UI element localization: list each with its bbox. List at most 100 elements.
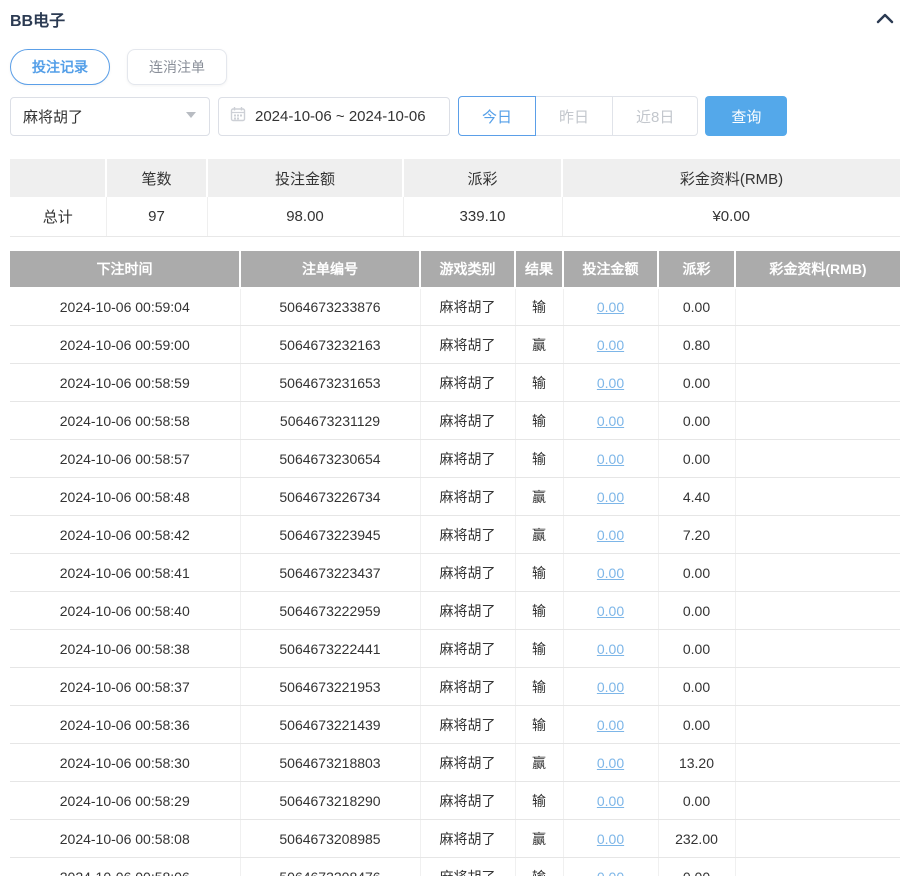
bet-amount-cell: 0.00: [563, 592, 658, 630]
today-button[interactable]: 今日: [458, 96, 536, 136]
bet-time-cell: 2024-10-06 00:58:37: [10, 668, 240, 706]
col-bet-amount: 投注金额: [563, 251, 658, 288]
collapse-panel-button[interactable]: [870, 12, 900, 27]
records-table: 下注时间注单编号游戏类别结果投注金额派彩彩金资料(RMB) 2024-10-06…: [10, 251, 900, 876]
recent-8-days-button[interactable]: 近8日: [612, 96, 698, 136]
bet-amount-link[interactable]: 0.00: [597, 679, 624, 695]
game-type-cell: 麻将胡了: [420, 782, 515, 820]
bet-amount-link[interactable]: 0.00: [597, 565, 624, 581]
result-cell: 输: [515, 592, 563, 630]
bet-amount-link[interactable]: 0.00: [597, 603, 624, 619]
jackpot-cell: [735, 668, 900, 706]
bet-amount-link[interactable]: 0.00: [597, 527, 624, 543]
records-header-row: 下注时间注单编号游戏类别结果投注金额派彩彩金资料(RMB): [10, 251, 900, 288]
summary-total-bet-amount: 98.00: [207, 197, 403, 236]
summary-total-row: 总计 97 98.00 339.10 ¥0.00: [10, 197, 900, 236]
order-number-cell: 5064673208985: [240, 820, 420, 858]
bet-amount-link[interactable]: 0.00: [597, 717, 624, 733]
col-jackpot: 彩金资料(RMB): [735, 251, 900, 288]
bet-amount-cell: 0.00: [563, 364, 658, 402]
result-cell: 赢: [515, 820, 563, 858]
bet-amount-cell: 0.00: [563, 478, 658, 516]
bet-amount-link[interactable]: 0.00: [597, 489, 624, 505]
table-row: 2024-10-06 00:58:415064673223437麻将胡了输0.0…: [10, 554, 900, 592]
bet-time-cell: 2024-10-06 00:59:00: [10, 326, 240, 364]
result-cell: 赢: [515, 744, 563, 782]
game-type-cell: 麻将胡了: [420, 440, 515, 478]
bet-amount-link[interactable]: 0.00: [597, 375, 624, 391]
bet-amount-cell: 0.00: [563, 820, 658, 858]
table-row: 2024-10-06 00:58:085064673208985麻将胡了赢0.0…: [10, 820, 900, 858]
jackpot-cell: [735, 440, 900, 478]
bet-amount-cell: 0.00: [563, 782, 658, 820]
bet-time-cell: 2024-10-06 00:58:08: [10, 820, 240, 858]
panel-header: BB电子: [10, 8, 900, 30]
bet-amount-cell: 0.00: [563, 858, 658, 876]
quick-date-buttons: 今日昨日近8日: [458, 96, 698, 136]
order-number-cell: 5064673218290: [240, 782, 420, 820]
bet-amount-cell: 0.00: [563, 288, 658, 326]
tab-bet-records[interactable]: 投注记录: [10, 49, 110, 85]
tab-cancelled-bets[interactable]: 连消注单: [127, 49, 227, 85]
bet-amount-link[interactable]: 0.00: [597, 337, 624, 353]
table-row: 2024-10-06 00:58:485064673226734麻将胡了赢0.0…: [10, 478, 900, 516]
result-cell: 输: [515, 364, 563, 402]
date-range-input[interactable]: 2024-10-06 ~ 2024-10-06: [218, 97, 450, 136]
result-cell: 输: [515, 668, 563, 706]
query-button[interactable]: 查询: [705, 96, 787, 136]
col-order-number: 注单编号: [240, 251, 420, 288]
yesterday-button[interactable]: 昨日: [535, 96, 613, 136]
bet-time-cell: 2024-10-06 00:58:30: [10, 744, 240, 782]
order-number-cell: 5064673226734: [240, 478, 420, 516]
game-type-cell: 麻将胡了: [420, 478, 515, 516]
order-number-cell: 5064673231653: [240, 364, 420, 402]
game-type-select[interactable]: 麻将胡了: [10, 97, 210, 136]
result-cell: 输: [515, 782, 563, 820]
bet-amount-link[interactable]: 0.00: [597, 413, 624, 429]
bet-amount-cell: 0.00: [563, 516, 658, 554]
game-type-selected-value: 麻将胡了: [23, 106, 83, 127]
payout-cell: 0.00: [658, 440, 735, 478]
payout-cell: 0.00: [658, 402, 735, 440]
bet-amount-link[interactable]: 0.00: [597, 869, 624, 876]
table-row: 2024-10-06 00:58:365064673221439麻将胡了输0.0…: [10, 706, 900, 744]
table-row: 2024-10-06 00:58:585064673231129麻将胡了输0.0…: [10, 402, 900, 440]
game-type-cell: 麻将胡了: [420, 516, 515, 554]
bet-time-cell: 2024-10-06 00:58:36: [10, 706, 240, 744]
payout-cell: 0.00: [658, 364, 735, 402]
bet-amount-link[interactable]: 0.00: [597, 641, 624, 657]
game-type-cell: 麻将胡了: [420, 402, 515, 440]
bet-amount-link[interactable]: 0.00: [597, 755, 624, 771]
payout-cell: 0.00: [658, 554, 735, 592]
summary-total-count: 97: [106, 197, 207, 236]
game-type-cell: 麻将胡了: [420, 326, 515, 364]
bet-time-cell: 2024-10-06 00:58:06: [10, 858, 240, 876]
bet-amount-link[interactable]: 0.00: [597, 299, 624, 315]
bet-amount-link[interactable]: 0.00: [597, 793, 624, 809]
game-type-cell: 麻将胡了: [420, 858, 515, 876]
summary-header-empty: [10, 159, 106, 197]
payout-cell: 0.00: [658, 706, 735, 744]
bet-time-cell: 2024-10-06 00:58:38: [10, 630, 240, 668]
payout-cell: 0.00: [658, 858, 735, 876]
jackpot-cell: [735, 858, 900, 876]
jackpot-cell: [735, 478, 900, 516]
order-number-cell: 5064673223945: [240, 516, 420, 554]
bet-amount-link[interactable]: 0.00: [597, 831, 624, 847]
chevron-up-icon: [876, 12, 894, 27]
date-range-value: 2024-10-06 ~ 2024-10-06: [255, 108, 426, 125]
summary-total-jackpot: ¥0.00: [562, 197, 900, 236]
game-type-cell: 麻将胡了: [420, 668, 515, 706]
summary-header-count: 笔数: [106, 159, 207, 197]
game-type-cell: 麻将胡了: [420, 554, 515, 592]
order-number-cell: 5064673208476: [240, 858, 420, 876]
result-cell: 赢: [515, 326, 563, 364]
game-type-cell: 麻将胡了: [420, 744, 515, 782]
filter-row: 麻将胡了 2024-10-06 ~ 2024-10-06: [10, 96, 900, 136]
bet-amount-link[interactable]: 0.00: [597, 451, 624, 467]
jackpot-cell: [735, 364, 900, 402]
result-cell: 输: [515, 440, 563, 478]
payout-cell: 0.00: [658, 668, 735, 706]
order-number-cell: 5064673222959: [240, 592, 420, 630]
payout-cell: 4.40: [658, 478, 735, 516]
